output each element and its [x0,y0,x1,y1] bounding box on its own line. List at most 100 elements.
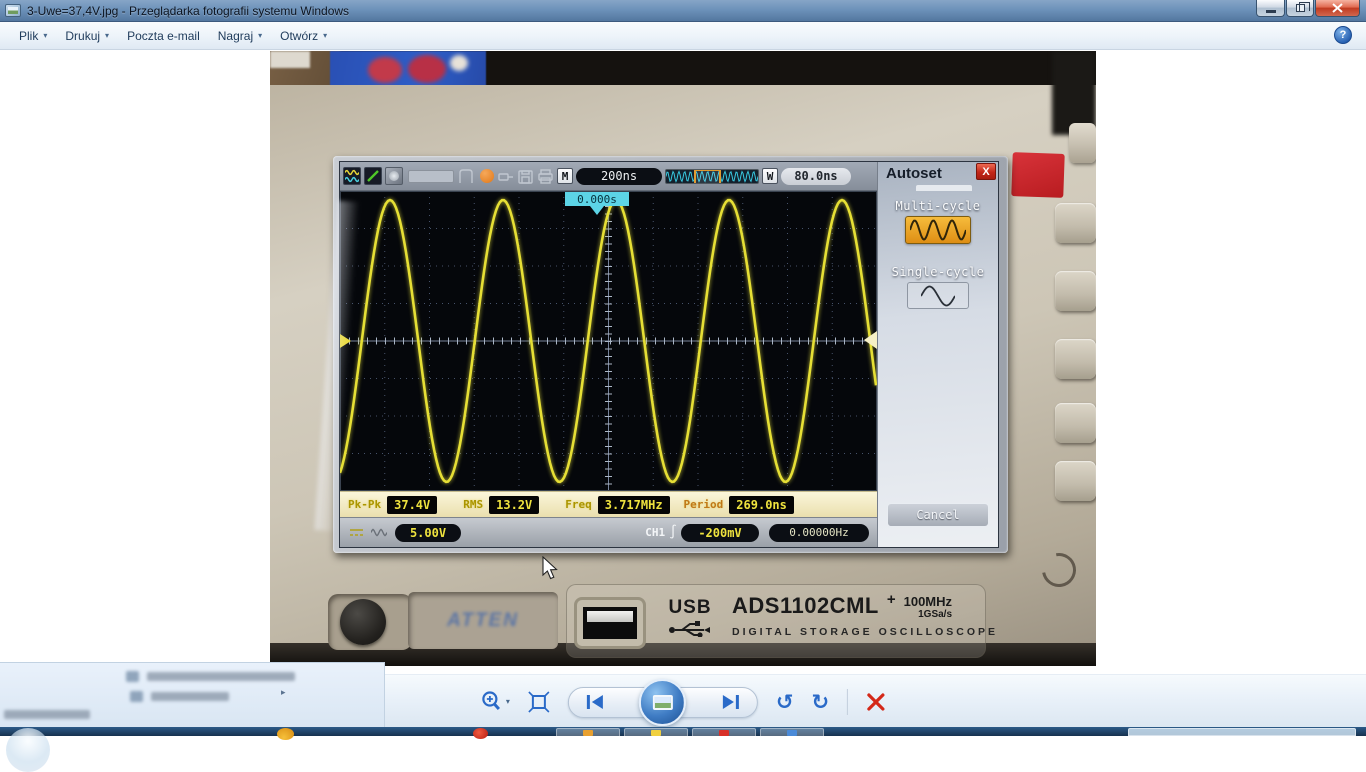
horizontal-offset-label: 0.000s [565,192,629,206]
menu-bar: Plik▾ Drukuj▾ Poczta e-mail Nagraj▾ Otwó… [0,22,1366,50]
restore-button[interactable] [1286,0,1314,17]
system-tray[interactable] [1128,728,1356,736]
scope-menu-button-4 [1055,403,1096,443]
chevron-down-icon: ▾ [506,697,510,706]
menu-drukuj[interactable]: Drukuj▾ [56,25,118,47]
blurred-status-text [4,706,90,724]
magnifier-plus-icon [480,690,506,714]
chevron-down-icon: ▾ [105,31,109,40]
save-icon [517,169,534,184]
rotate-cw-icon: ↻ [812,690,830,714]
usb-label-block: USB [662,597,718,642]
single-cycle-label: Single-cycle [878,265,998,279]
zoom-button[interactable]: ▾ [480,690,510,714]
navigation-group [568,679,758,725]
start-button[interactable] [6,728,50,772]
power-knob [340,599,386,645]
autoset-title: Autoset [886,165,942,182]
chevron-down-icon: ▾ [43,31,47,40]
delete-x-icon [866,692,886,712]
restore-icon [1296,4,1305,12]
waveform-mini-icon [371,528,387,537]
main-timebase-icon: M [557,168,573,184]
pulse-icon [457,167,477,185]
rotate-cw-button[interactable]: ↻ [812,690,830,714]
panel-notch [916,185,972,191]
red-sticker [1011,152,1065,198]
mouse-cursor [542,556,560,582]
actual-size-icon [528,691,550,713]
screenshot-icon [385,167,403,185]
photo-oscilloscope: M 200ns W 80.0ns [270,51,1096,666]
trigger-frequency-value: 0.00000Hz [769,524,869,542]
channel-waves-icon [343,167,361,185]
background-object [270,51,310,68]
background-window-fragment[interactable]: ▸ [0,662,385,727]
delete-button[interactable] [866,692,886,712]
previous-button[interactable] [584,693,606,711]
taskbar-app-icon[interactable] [277,728,294,740]
scope-topbar: M 200ns W 80.0ns [340,162,877,191]
photo-canvas: M 200ns W 80.0ns [0,50,1366,674]
trigger-level-marker [864,331,877,349]
window-buttons [1255,0,1360,17]
channel1-level-marker [340,334,351,348]
autoset-close-button: X [976,163,996,180]
zoom-window-marker [694,169,721,184]
measurement-pkpk: Pk-Pk 37.4V [348,496,437,514]
next-button[interactable] [720,693,742,711]
bandwidth-label: 100MHz [904,594,952,609]
brand-logo: ATTEN [447,610,519,632]
multi-cycle-button [905,216,971,244]
menu-poczta-email[interactable]: Poczta e-mail [118,25,209,47]
measurement-freq: Freq 3.717MHz [565,496,669,514]
taskbar-window-button[interactable] [760,728,824,736]
measurement-rms: RMS 13.2V [463,496,539,514]
main-timebase-value: 200ns [576,168,662,185]
title-bar: 3-Uwe=37,4V.jpg - Przeglądarka fotografi… [0,0,1366,22]
chevron-down-icon: ▾ [258,31,262,40]
slope-icon [364,167,382,185]
cancel-button: Cancel [887,503,989,527]
taskbar-app-icon[interactable] [473,728,488,739]
window-title: 3-Uwe=37,4V.jpg - Przeglądarka fotografi… [27,4,349,18]
model-suffix: + [887,591,896,608]
model-name: ADS1102CML [732,593,879,619]
usb-device-icon [497,169,514,184]
minimize-button[interactable] [1256,0,1285,17]
lcd-bezel: M 200ns W 80.0ns [333,156,1008,553]
minimize-icon [1266,10,1276,13]
blurred-list-item [130,688,229,706]
actual-size-button[interactable] [528,691,550,713]
usb-label: USB [662,597,718,619]
blurred-list-item [126,668,295,686]
multi-cycle-label: Multi-cycle [878,199,998,213]
toolbar-separator [847,689,848,715]
close-button[interactable] [1315,0,1360,17]
menu-plik[interactable]: Plik▾ [10,25,56,47]
play-slideshow-button[interactable] [639,679,686,726]
brand-plate: ATTEN [408,592,558,649]
scope-graticule: 0.000s [340,191,877,491]
background-object [330,51,486,89]
channel-status-strip: 5.00V CH1 ∫ -200mV 0.00000Hz [340,517,877,547]
rotate-ccw-button[interactable]: ↺ [776,690,794,714]
trigger-position-marker [590,206,604,215]
taskbar-window-button[interactable] [556,728,620,736]
usb-port [574,597,646,649]
device-type-label: DIGITAL STORAGE OSCILLOSCOPE [732,626,998,638]
slideshow-icon [652,695,672,710]
menu-nagraj[interactable]: Nagraj▾ [209,25,271,47]
measurement-strip: Pk-Pk 37.4V RMS 13.2V Freq 3.717MHz Pe [340,491,877,517]
scope-menu-button-1 [1055,203,1096,243]
taskbar-window-button[interactable] [624,728,688,736]
sample-rate-label: 1GSa/s [904,609,952,620]
help-icon[interactable]: ? [1334,26,1352,44]
volts-per-div-value: 5.00V [395,524,461,542]
menu-otworz[interactable]: Otwórz▾ [271,25,336,47]
usb-trident-icon [668,619,712,637]
scope-menu-button-3 [1055,339,1096,379]
taskbar-window-button[interactable] [692,728,756,736]
app-icon [5,4,21,17]
channel-offset-value: -200mV [681,524,759,542]
